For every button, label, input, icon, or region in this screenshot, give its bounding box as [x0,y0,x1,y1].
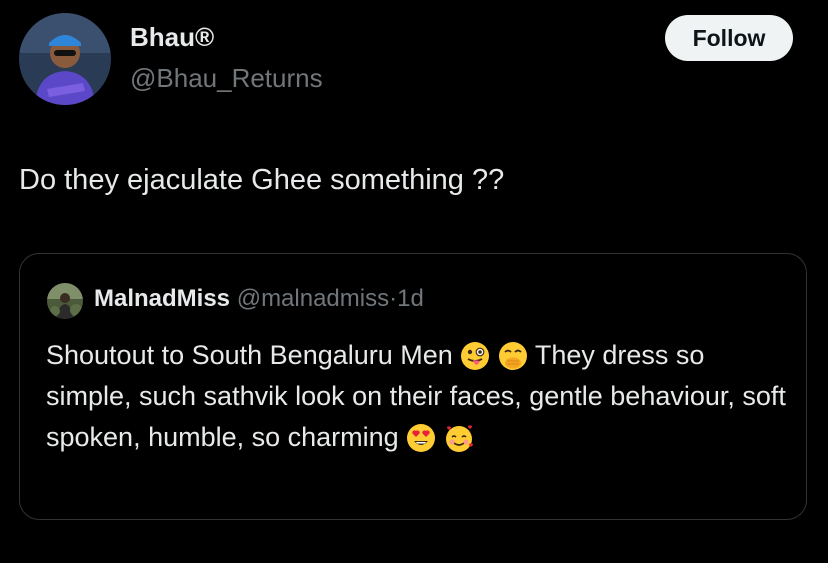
separator-dot: · [389,285,398,312]
winking-face-with-tongue-icon [460,341,490,371]
quoted-author-avatar[interactable] [47,283,83,319]
tweet-text: Do they ejaculate Ghee something ?? [19,164,505,196]
quoted-tweet-timestamp[interactable]: 1d [397,285,424,312]
quoted-user-avatar-photo-icon [47,283,83,319]
user-avatar-photo-icon [19,13,111,105]
quoted-author-display-name[interactable]: MalnadMiss [94,285,230,312]
quoted-tweet-text: Shoutout to South Bengaluru Men They dre… [46,335,796,458]
follow-button[interactable]: Follow [665,15,793,61]
author-avatar[interactable] [19,13,111,105]
smiling-face-with-hearts-icon [444,423,474,453]
quoted-tweet-card[interactable]: MalnadMiss @malnadmiss·1d Shoutout to So… [19,253,807,520]
author-handle[interactable]: @Bhau_Returns [130,63,323,94]
quoted-author-handle[interactable]: @malnadmiss [237,285,389,312]
quoted-tweet-header: MalnadMiss @malnadmiss·1d [94,285,424,313]
face-with-hand-over-mouth-icon [498,341,528,371]
smiling-face-with-heart-eyes-icon [406,423,436,453]
author-display-name[interactable]: Bhau® [130,22,214,53]
quoted-text-part-1: Shoutout to South Bengaluru Men [46,340,453,370]
